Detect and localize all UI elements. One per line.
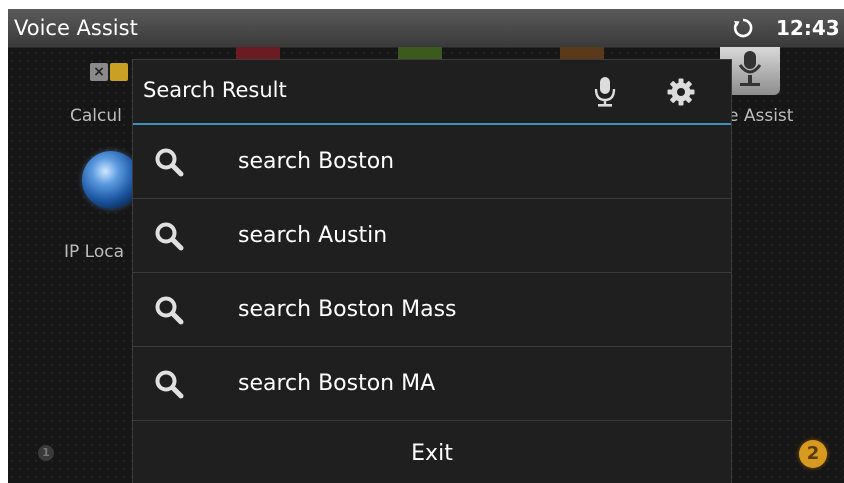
microphone-icon: [594, 77, 616, 107]
page-indicator-2[interactable]: 2: [799, 440, 827, 468]
status-bar: Voice Assist 12:43: [8, 9, 844, 48]
close-icon: ×: [90, 63, 108, 81]
search-result-item[interactable]: search Boston MA: [133, 347, 731, 421]
settings-button[interactable]: [661, 74, 701, 110]
search-result-item[interactable]: search Austin: [133, 199, 731, 273]
search-result-item[interactable]: search Boston Mass: [133, 273, 731, 347]
search-result-dialog: Search Result search Boston search Austi…: [132, 59, 732, 483]
dialog-title: Search Result: [143, 78, 287, 102]
app-title: Voice Assist: [14, 16, 138, 40]
clock-time: 12:43: [776, 16, 840, 40]
search-result-item[interactable]: search Boston: [133, 125, 731, 199]
search-icon: [153, 220, 185, 252]
search-result-text: search Boston MA: [238, 371, 436, 396]
device-screen: Voice Assist 12:43 × Calcul IP Loca e As…: [8, 9, 844, 483]
calculator-key: [110, 63, 128, 81]
search-icon: [153, 146, 185, 178]
exit-button[interactable]: Exit: [133, 423, 731, 483]
ip-locator-app-label: IP Loca: [64, 242, 125, 262]
dialog-header: Search Result: [133, 60, 731, 124]
search-icon: [153, 368, 185, 400]
search-result-text: search Austin: [238, 223, 388, 248]
voice-assist-app-label: e Assist: [728, 106, 794, 126]
calculator-app-icon[interactable]: ×: [90, 61, 128, 83]
page-indicator-1[interactable]: 1: [38, 445, 54, 461]
calculator-app-label: Calcul: [70, 106, 122, 126]
sync-icon: [732, 17, 754, 39]
microphone-button[interactable]: [585, 74, 625, 110]
search-results-list: search Boston search Austin search Bosto…: [133, 125, 731, 421]
search-result-text: search Boston: [238, 149, 395, 174]
gear-icon: [667, 78, 695, 106]
search-result-text: search Boston Mass: [238, 297, 457, 322]
search-icon: [153, 294, 185, 326]
